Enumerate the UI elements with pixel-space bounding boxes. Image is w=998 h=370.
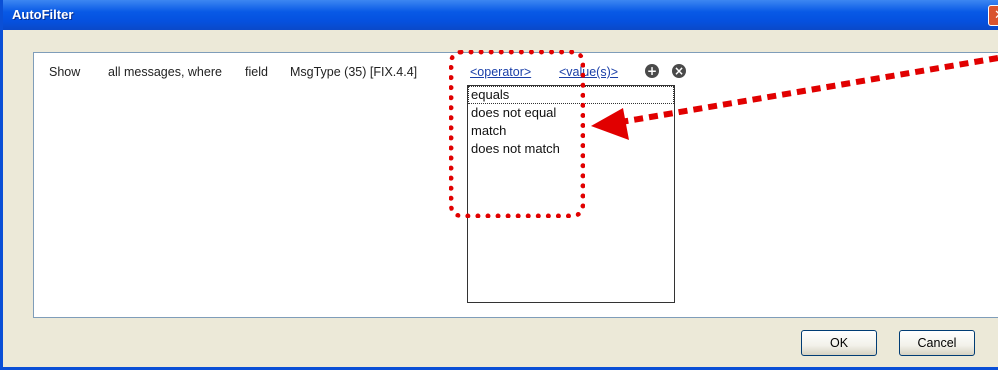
ok-button[interactable]: OK <box>801 330 877 356</box>
autofilter-window: AutoFilter ✕ Show all messages, where fi… <box>0 0 998 370</box>
annotation-arrow <box>591 55 998 140</box>
cancel-button[interactable]: Cancel <box>899 330 975 356</box>
